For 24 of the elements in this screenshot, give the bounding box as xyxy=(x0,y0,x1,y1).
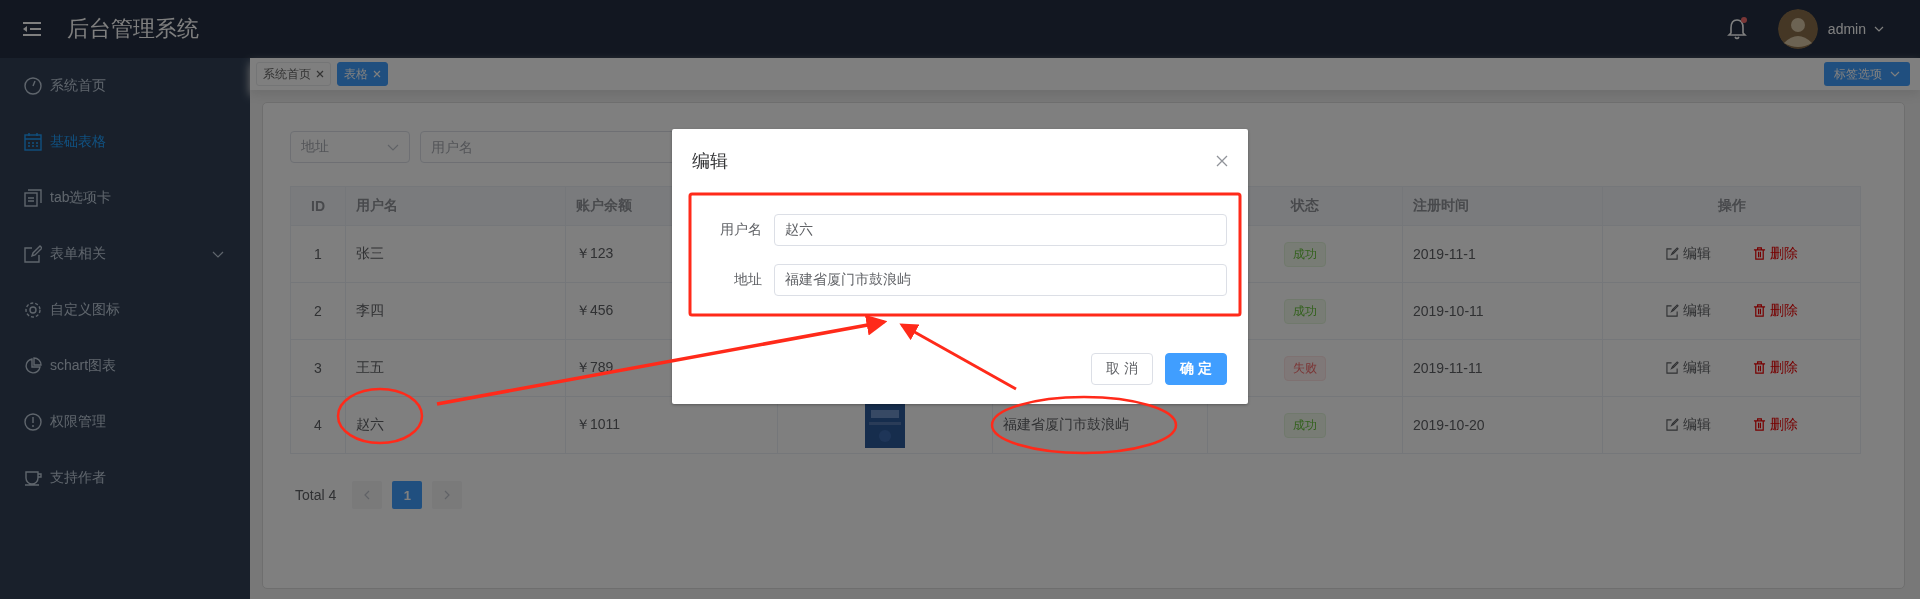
table-cell: ￥123 xyxy=(576,245,614,261)
table-cell: 2019-10-20 xyxy=(1413,417,1485,433)
table-cell: 2019-10-11 xyxy=(1413,303,1484,319)
table-cell: ￥1011 xyxy=(576,416,621,432)
app-title: 后台管理系统 xyxy=(67,15,199,43)
table-cell: 李四 xyxy=(356,302,384,318)
status-tag: 成功 xyxy=(1284,241,1326,267)
table-cell: 3 xyxy=(314,360,322,376)
total-count: Total 4 xyxy=(295,487,337,503)
status-tag: 成功 xyxy=(1284,298,1326,324)
table-cell: 福建省厦门市鼓浪屿 xyxy=(1003,416,1129,432)
field-label: 地址 xyxy=(733,271,763,289)
table-cell: 2 xyxy=(314,303,322,319)
status-tag: 成功 xyxy=(1284,412,1326,438)
table-cell: 2019-11-1 xyxy=(1413,246,1476,262)
table-cell: 2019-11-11 xyxy=(1413,360,1483,376)
field-label: 用户名 xyxy=(719,221,763,239)
table-cell: 赵六 xyxy=(356,416,384,432)
table-cell: 1 xyxy=(314,246,322,262)
table-cell: 张三 xyxy=(356,245,384,261)
table-cell: ￥456 xyxy=(576,302,614,318)
table-cell: 4 xyxy=(314,417,322,433)
status-tag: 失败 xyxy=(1284,355,1326,381)
table-cell: 王五 xyxy=(356,359,384,375)
